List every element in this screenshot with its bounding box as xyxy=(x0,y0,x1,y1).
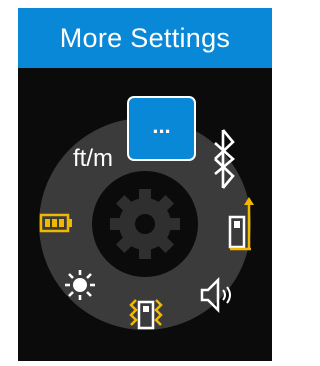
device-screen: More Settings ... ft/m xyxy=(18,8,272,361)
more-label: ... xyxy=(152,113,170,138)
units-label[interactable]: ft/m xyxy=(73,145,113,172)
settings-dial: ... ft/m xyxy=(39,96,254,330)
brightness-icon[interactable] xyxy=(65,270,95,300)
gear-icon xyxy=(110,189,180,259)
